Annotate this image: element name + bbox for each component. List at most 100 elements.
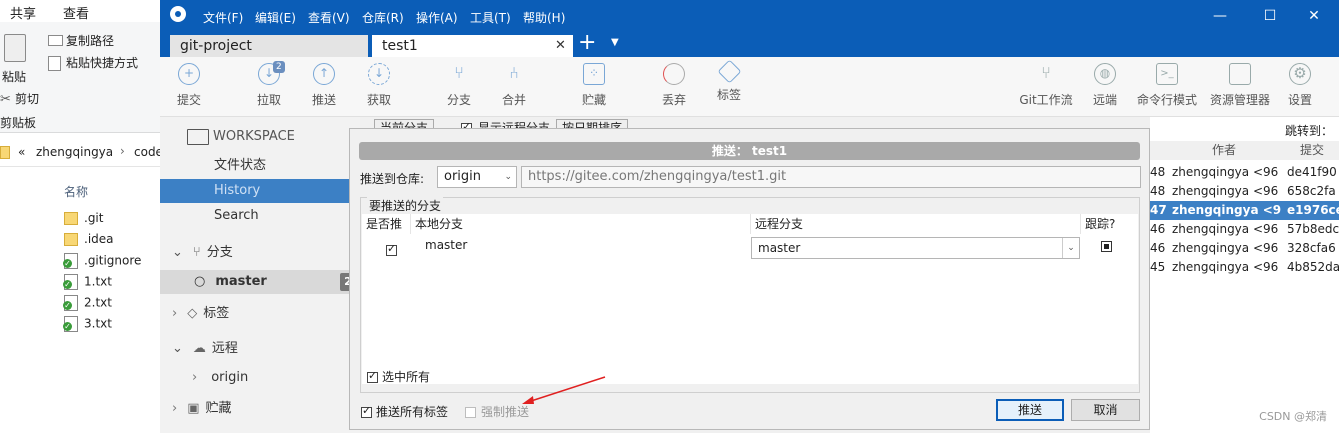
settings-button[interactable]: ⚙ 设置 <box>1270 63 1330 108</box>
chevron-down-icon: ⌄ <box>172 245 183 260</box>
author-column-header[interactable]: 作者 <box>1212 141 1236 160</box>
push-up-icon: ↑ <box>313 63 335 85</box>
tab-label: git-project <box>180 38 252 54</box>
sidebar-section-tags[interactable]: › ◇ 标签 <box>160 302 360 326</box>
table-row[interactable]: 48 zhengqingya <96 de41f90 <box>1150 163 1339 182</box>
list-item[interactable]: .gitignore <box>63 253 141 273</box>
remote-branch-select[interactable]: master ⌄ <box>751 237 1080 259</box>
commit-column-header[interactable]: 提交 <box>1300 141 1324 160</box>
breadcrumb-overflow[interactable]: « <box>18 145 25 159</box>
sidebar-item-origin[interactable]: › origin <box>160 366 360 390</box>
sidebar-item-master[interactable]: ○ master 2 <box>160 270 360 294</box>
sidebar-item-search[interactable]: Search <box>160 204 360 228</box>
menu-file[interactable]: 文件(F) <box>203 9 243 26</box>
sidebar-section-branches[interactable]: ⌄ ⑂ 分支 <box>160 241 360 265</box>
branch-button[interactable]: ⑂ 分支 <box>429 63 489 108</box>
table-row[interactable]: 46 zhengqingya <96 328cfa6 <box>1150 239 1339 258</box>
terminal-button[interactable]: >_ 命令行模式 <box>1130 63 1204 108</box>
remote-button[interactable]: ◍ 远端 <box>1075 63 1135 108</box>
table-row[interactable]: 47 zhengqingya <9 e1976ce <box>1150 201 1339 220</box>
sidebar-section-stashes[interactable]: › ▣ 贮藏 <box>160 397 360 421</box>
globe-icon: ◍ <box>1094 63 1116 85</box>
tag-button[interactable]: 标签 <box>699 59 759 103</box>
explorer-button[interactable]: 资源管理器 <box>1203 63 1277 108</box>
tab-bar: git-project test1 ✕ + ▼ <box>160 30 1339 57</box>
breadcrumb-code[interactable]: code <box>134 145 163 159</box>
fetch-icon: ↓ <box>368 63 390 85</box>
sidebar-item-history[interactable]: History <box>160 179 360 203</box>
cloud-icon: ☁ <box>192 341 206 356</box>
paste-button[interactable]: 粘贴 <box>2 68 26 85</box>
chevron-down-icon[interactable]: ▼ <box>611 37 619 48</box>
tab-git-project[interactable]: git-project <box>170 35 368 57</box>
sidebar-item-label: 文件状态 <box>214 158 267 173</box>
list-item[interactable]: .git <box>64 211 103 231</box>
cut-button[interactable]: 剪切 <box>15 90 39 107</box>
git-file-icon <box>63 295 78 311</box>
list-item[interactable]: .idea <box>64 232 114 252</box>
track-checkbox[interactable] <box>1101 241 1112 252</box>
push-dialog: 推送： test1 推送到仓库: origin ⌄ https://gitee.… <box>349 128 1150 430</box>
discard-button[interactable]: 丢弃 <box>644 63 704 108</box>
close-icon[interactable]: ✕ <box>1294 4 1334 28</box>
menu-edit[interactable]: 编辑(E) <box>255 9 296 26</box>
chevron-down-icon: ⌄ <box>172 341 183 356</box>
sidebar-item-file-status[interactable]: 文件状态 <box>160 154 360 178</box>
pull-button[interactable]: ↓ 2 拉取 <box>239 61 299 108</box>
menu-view[interactable]: 查看(V) <box>308 9 350 26</box>
push-all-tags-checkbox[interactable] <box>361 404 372 418</box>
select-all-checkbox[interactable] <box>367 369 378 383</box>
address-bar[interactable]: « zhengqingya › code <box>0 140 163 167</box>
push-checkbox[interactable] <box>386 242 397 256</box>
title-bar: 文件(F) 编辑(E) 查看(V) 仓库(R) 操作(A) 工具(T) 帮助(H… <box>160 0 1339 33</box>
row-index: 45 <box>1150 260 1166 274</box>
copy-path-button[interactable]: 复制路径 <box>66 32 114 49</box>
ribbon-tab-view[interactable]: 查看 <box>63 3 89 22</box>
list-item[interactable]: 2.txt <box>63 295 112 315</box>
name-column-header[interactable]: 名称 <box>64 183 88 200</box>
cancel-button[interactable]: 取消 <box>1071 399 1140 421</box>
paste-shortcut-button[interactable]: 粘贴快捷方式 <box>66 54 138 71</box>
list-item[interactable]: 3.txt <box>63 316 112 336</box>
sidebar-section-remotes[interactable]: ⌄ ☁ 远程 <box>160 337 360 361</box>
jump-to-label[interactable]: 跳转到： <box>1285 122 1333 139</box>
breadcrumb-user[interactable]: zhengqingya <box>36 145 113 159</box>
hash-cell: 658c2fa <box>1287 184 1336 198</box>
menu-tools[interactable]: 工具(T) <box>470 9 511 26</box>
table-row[interactable]: 45 zhengqingya <96 4b852da <box>1150 258 1339 277</box>
table-row[interactable]: 46 zhengqingya <96 57b8edc <box>1150 220 1339 239</box>
scissors-icon: ✂ <box>0 92 11 107</box>
toolbar: + 提交 ↓ 2 拉取 ↑ 推送 ↓ 获取 ⑂ 分支 ⑃ 合并 ⁘ 贮藏 丢弃 标签 ⑂ Git工… <box>160 57 1339 117</box>
merge-button[interactable]: ⑃ 合并 <box>484 63 544 108</box>
discard-label: 丢弃 <box>661 93 686 107</box>
merge-icon: ⑃ <box>509 63 519 82</box>
close-tab-icon[interactable]: ✕ <box>555 35 566 57</box>
track-column-header: 跟踪? <box>1085 217 1116 231</box>
remote-select[interactable]: origin ⌄ <box>437 166 517 188</box>
table-row[interactable]: 48 zhengqingya <96 658c2fa <box>1150 182 1339 201</box>
folder-icon <box>0 146 10 159</box>
ribbon-tab-share[interactable]: 共享 <box>10 3 36 22</box>
tag-icon <box>716 59 742 84</box>
maximize-icon[interactable]: ☐ <box>1250 4 1290 28</box>
git-flow-button[interactable]: ⑂ Git工作流 <box>1015 63 1077 108</box>
stash-button[interactable]: ⁘ 贮藏 <box>564 63 624 108</box>
fetch-button[interactable]: ↓ 获取 <box>349 63 409 108</box>
push-button[interactable]: ↑ 推送 <box>294 63 354 108</box>
menu-repository[interactable]: 仓库(R) <box>362 9 404 26</box>
branch-icon: ⑂ <box>454 63 464 82</box>
tag-icon: ◇ <box>187 306 198 321</box>
push-button[interactable]: 推送 <box>996 399 1064 421</box>
menu-help[interactable]: 帮助(H) <box>523 9 565 26</box>
sidebar-item-label: 远程 <box>211 341 238 356</box>
menu-actions[interactable]: 操作(A) <box>416 9 458 26</box>
commit-button[interactable]: + 提交 <box>159 63 219 108</box>
minimize-icon[interactable]: — <box>1200 4 1240 28</box>
remote-url-field[interactable]: https://gitee.com/zhengqingya/test1.git <box>521 166 1141 188</box>
table-row[interactable]: master master ⌄ <box>362 235 1138 261</box>
list-item[interactable]: 1.txt <box>63 274 112 294</box>
force-push-checkbox[interactable] <box>465 407 476 418</box>
stash-icon: ⁘ <box>583 63 605 85</box>
tab-test1[interactable]: test1 ✕ <box>372 35 573 57</box>
new-tab-icon[interactable]: + <box>578 30 596 55</box>
